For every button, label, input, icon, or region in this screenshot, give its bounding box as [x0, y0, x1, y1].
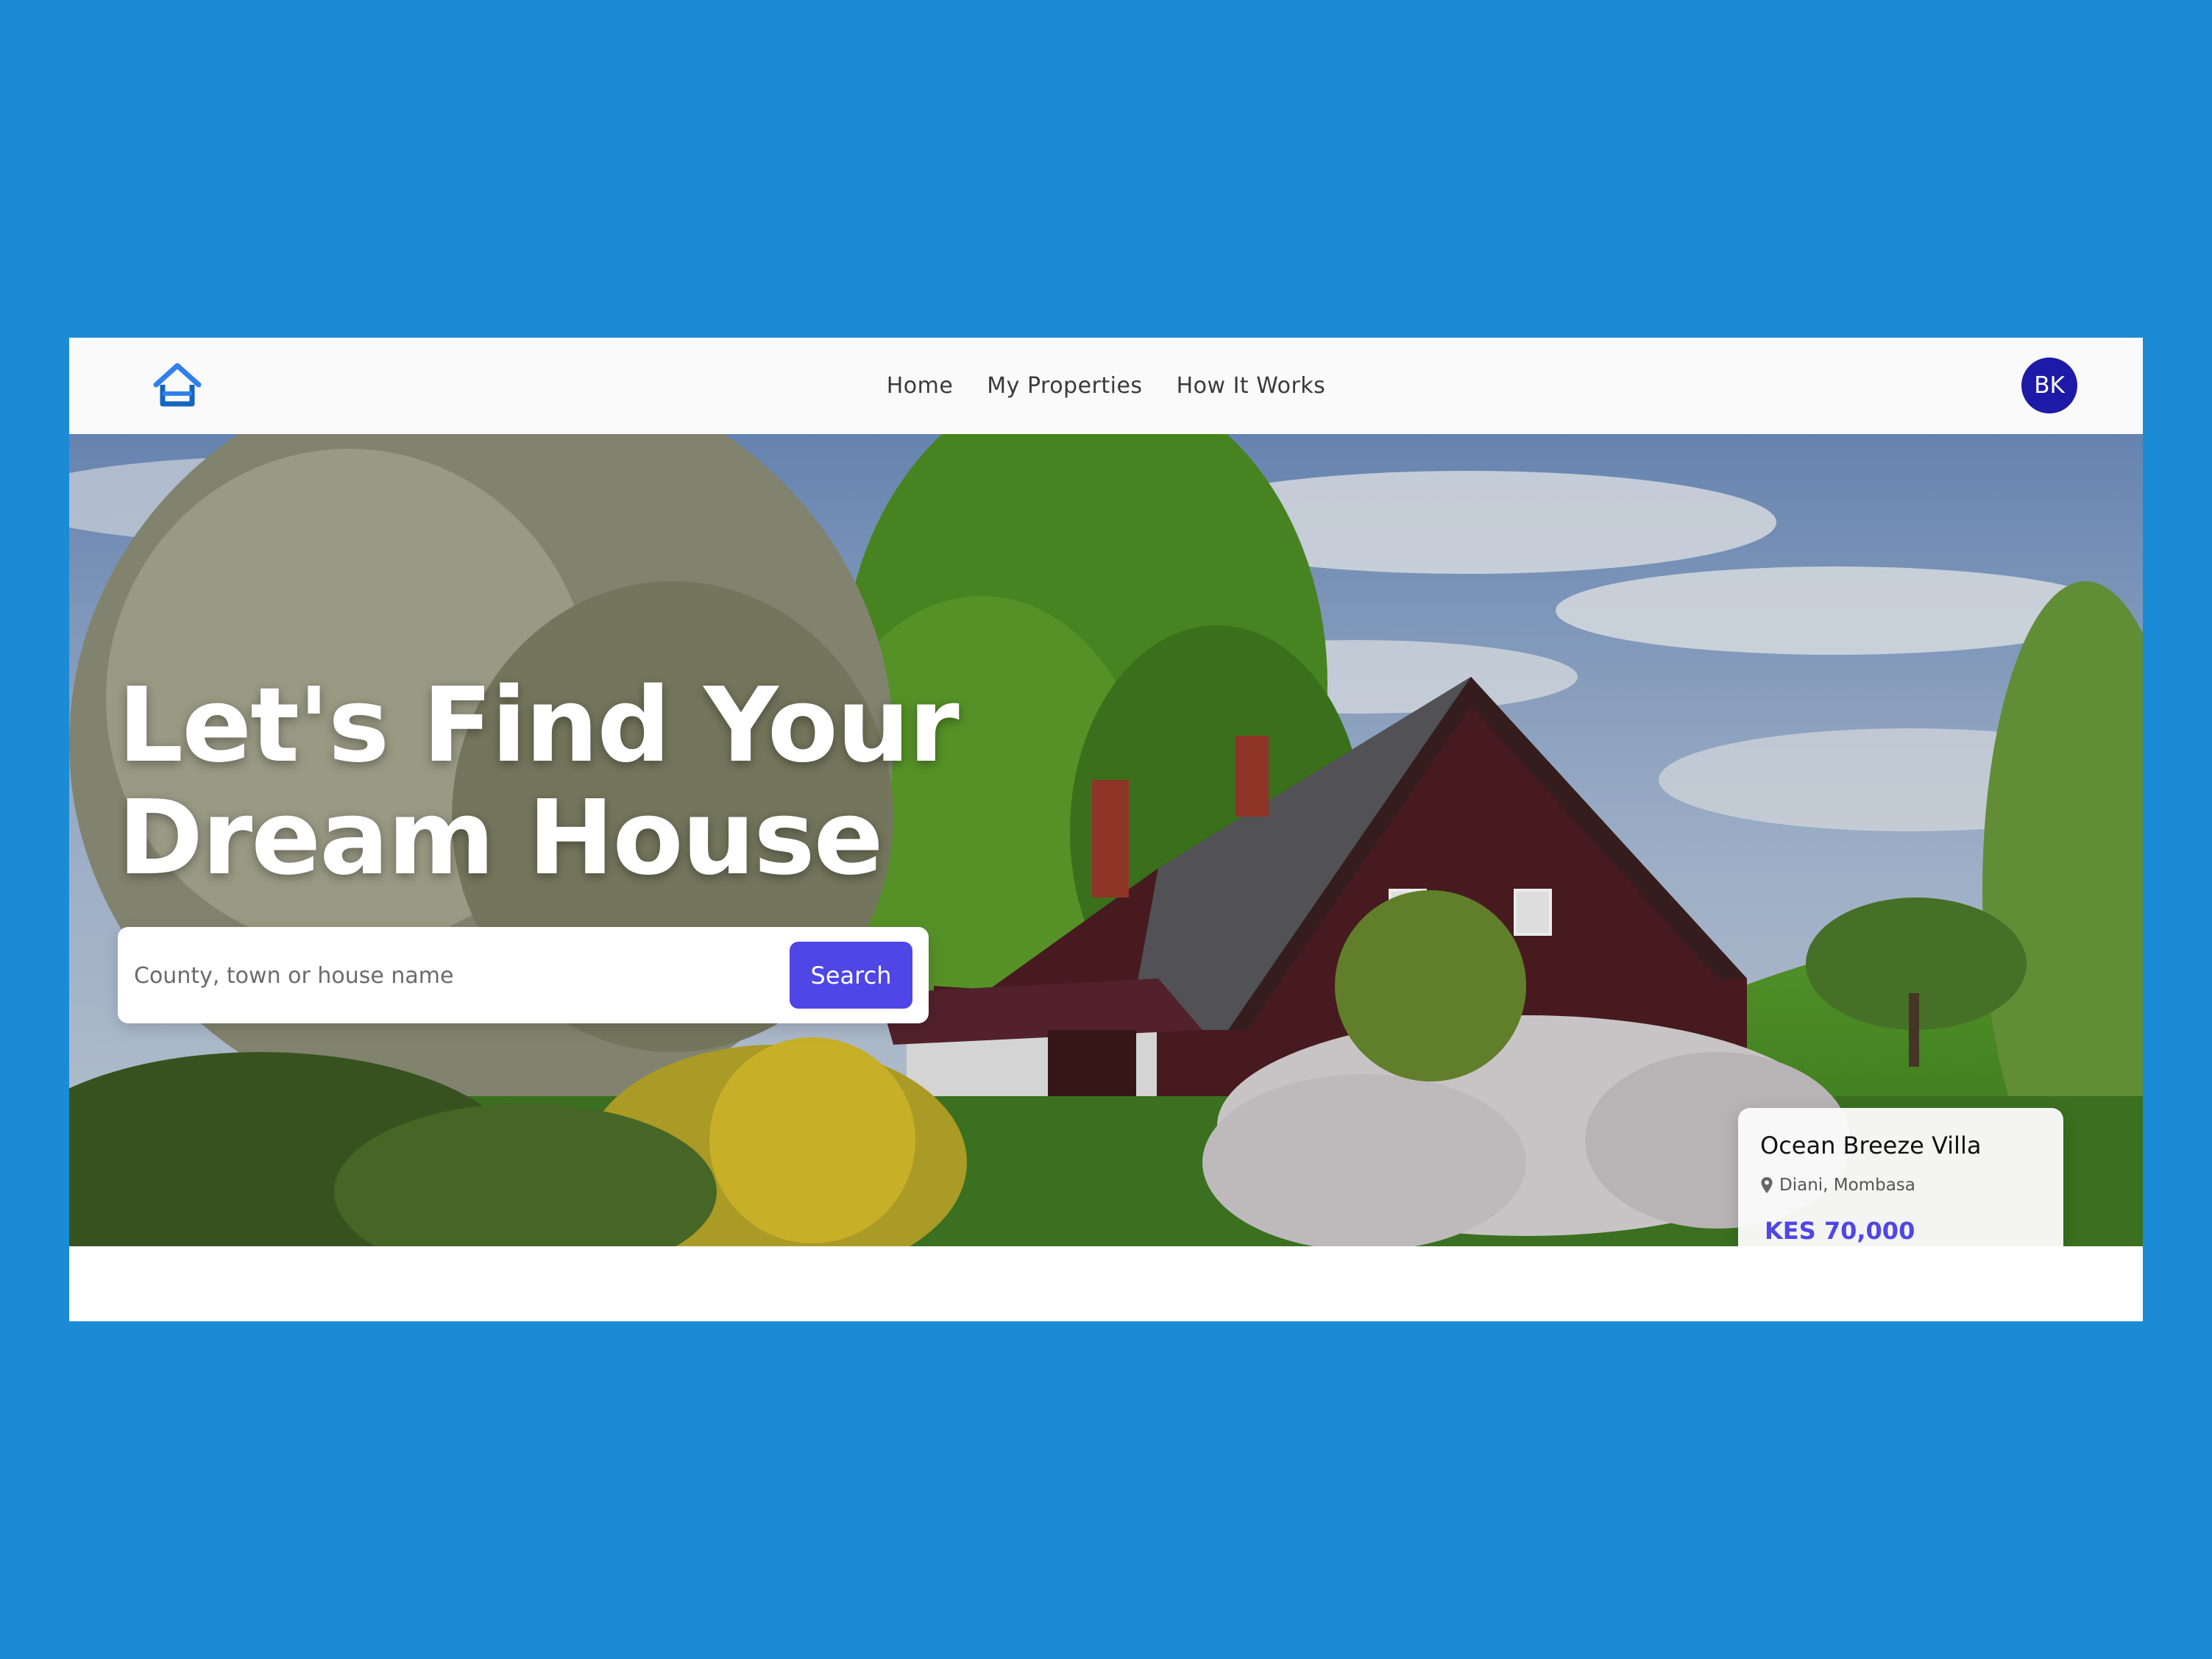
nav-link-how-it-works[interactable]: How It Works	[1177, 373, 1326, 399]
search-button[interactable]: Search	[790, 942, 912, 1009]
hero-title: Let's Find Your Dream House	[118, 669, 1001, 895]
property-location-text: Diani, Mombasa	[1779, 1176, 1915, 1195]
search-bar: Search	[118, 927, 929, 1023]
user-avatar[interactable]: BK	[2021, 358, 2077, 413]
hero-title-line-2: Dream House	[118, 778, 884, 898]
navbar: Home My Properties How It Works BK	[69, 338, 2143, 434]
map-pin-icon	[1761, 1177, 1773, 1193]
nav-link-home[interactable]: Home	[887, 373, 954, 399]
hero-title-line-1: Let's Find Your	[118, 666, 960, 786]
property-location: Diani, Mombasa	[1760, 1176, 1915, 1195]
property-price: KES 70,000	[1765, 1217, 1915, 1245]
house-icon	[153, 363, 202, 407]
page-bottom-area	[69, 1246, 2143, 1321]
main-nav: Home My Properties How It Works	[69, 338, 2143, 434]
search-input[interactable]	[132, 943, 768, 1009]
property-name: Ocean Breeze Villa	[1760, 1132, 1982, 1159]
logo-link[interactable]	[152, 360, 203, 411]
app-window: Home My Properties How It Works BK Let's…	[69, 338, 2143, 1321]
featured-property-card[interactable]: Ocean Breeze Villa Diani, Mombasa KES 70…	[1738, 1108, 2063, 1246]
hero-section: Let's Find Your Dream House Search Ocean…	[69, 434, 2143, 1246]
nav-link-my-properties[interactable]: My Properties	[987, 373, 1142, 399]
